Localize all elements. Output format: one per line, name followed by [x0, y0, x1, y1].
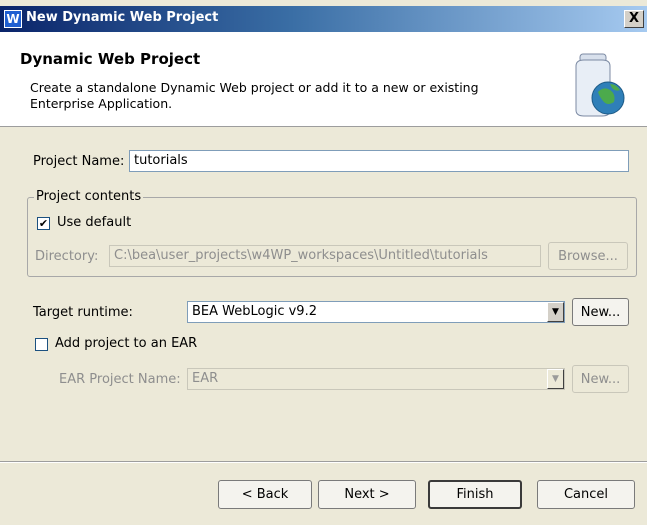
next-button[interactable]: Next >	[318, 480, 416, 509]
finish-button[interactable]: Finish	[428, 480, 522, 509]
wizard-header: Dynamic Web Project Create a standalone …	[0, 32, 647, 127]
directory-label: Directory:	[35, 249, 99, 264]
page-title: Dynamic Web Project	[20, 50, 201, 68]
project-contents-legend: Project contents	[34, 189, 144, 204]
cancel-button[interactable]: Cancel	[537, 480, 635, 509]
new-ear-button[interactable]: New...	[572, 365, 629, 393]
use-default-label: Use default	[57, 215, 132, 230]
target-runtime-label: Target runtime:	[33, 305, 133, 320]
checkmark-icon: ✔	[38, 217, 49, 230]
close-button[interactable]: X	[624, 10, 644, 28]
project-name-field[interactable]: tutorials	[129, 150, 629, 172]
ear-chevron-down-icon[interactable]: ▼	[547, 369, 564, 389]
directory-field[interactable]: C:\bea\user_projects\w4WP_workspaces\Unt…	[109, 245, 541, 267]
target-runtime-select[interactable]: BEA WebLogic v9.2	[187, 301, 565, 323]
add-to-ear-checkbox[interactable]	[35, 338, 48, 351]
use-default-checkbox[interactable]: ✔	[37, 217, 50, 230]
back-button[interactable]: < Back	[218, 480, 312, 509]
add-to-ear-label: Add project to an EAR	[55, 336, 198, 351]
weblogic-workshop-icon: W	[4, 10, 22, 28]
close-icon: X	[628, 11, 640, 26]
browse-button[interactable]: Browse...	[548, 242, 628, 270]
window-title: New Dynamic Web Project	[26, 10, 219, 25]
chevron-down-icon[interactable]: ▼	[547, 302, 564, 322]
ear-project-name-select[interactable]: EAR	[187, 368, 565, 390]
project-name-label: Project Name:	[33, 154, 125, 169]
new-runtime-button[interactable]: New...	[572, 298, 629, 326]
ear-project-name-label: EAR Project Name:	[59, 372, 181, 387]
new-dynamic-web-project-dialog: W New Dynamic Web Project X Dynamic Web …	[0, 0, 647, 525]
web-project-jar-globe-icon	[575, 53, 625, 117]
page-description: Create a standalone Dynamic Web project …	[30, 80, 479, 111]
footer-separator	[0, 461, 647, 463]
title-bar[interactable]: W New Dynamic Web Project X	[0, 6, 647, 32]
